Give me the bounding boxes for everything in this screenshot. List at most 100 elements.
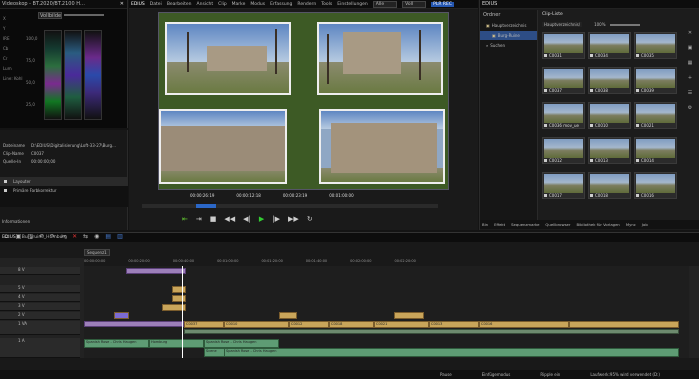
track-header[interactable]: 3 V	[0, 303, 80, 311]
loop-icon[interactable]: ↻	[307, 215, 313, 223]
timeline-clip[interactable]	[84, 321, 184, 327]
fast-forward-icon[interactable]: ▶▶	[288, 215, 299, 223]
audio-clip[interactable]: Spanish Rose - Chris Haugen	[224, 348, 679, 357]
cut-icon[interactable]: ✂	[61, 233, 66, 240]
timeline-clip[interactable]	[172, 295, 186, 302]
grid-icon[interactable]: ▦	[688, 60, 693, 66]
clip-thumb[interactable]: C0021	[634, 102, 677, 129]
gear-icon[interactable]: ⚙	[688, 105, 692, 111]
zoom-slider[interactable]	[609, 23, 640, 26]
stop-icon[interactable]: ■	[210, 215, 217, 223]
playhead[interactable]	[182, 266, 183, 358]
clip-thumb[interactable]: C0013	[588, 137, 631, 164]
clip-thumb[interactable]: C0012	[542, 137, 585, 164]
out-point-icon[interactable]: ⇥	[196, 215, 202, 223]
audio-clip[interactable]: Spanish Rose - Chris Haugen	[204, 339, 279, 348]
clip-thumb[interactable]: C0018	[588, 172, 631, 199]
sequence-tab[interactable]: Sequenz1	[84, 249, 110, 256]
timeline-clip[interactable]	[279, 312, 297, 319]
tab-sequence-marker[interactable]: Sequenzmarke	[511, 222, 539, 227]
clip-thumb[interactable]: C0035	[634, 32, 677, 59]
clip-thumb[interactable]: C0038	[588, 67, 631, 94]
close-icon[interactable]: ✕	[688, 30, 692, 36]
timeline-clip[interactable]	[114, 312, 129, 319]
timeline-scrollbar[interactable]	[689, 266, 699, 358]
timeline-clip[interactable]: C0037	[184, 321, 224, 328]
track-header[interactable]: 5 V	[0, 285, 80, 293]
menu-item[interactable]: Ansicht	[197, 2, 214, 7]
mode-select[interactable]: Alle	[372, 0, 398, 8]
save-icon[interactable]: ◫	[27, 233, 33, 240]
clip-thumb[interactable]: C0036 mov_ue	[542, 102, 585, 129]
clip-thumb[interactable]: C0039	[634, 67, 677, 94]
bin-path[interactable]: Hauptverzeichnis/	[542, 22, 583, 27]
folder-icon[interactable]: ▣	[688, 45, 693, 51]
fit-select[interactable]: Voll	[402, 0, 427, 8]
plr-rec-badge[interactable]: PLR REC	[431, 1, 455, 7]
tab-template-library[interactable]: Bibliothek für Vorlagen	[576, 222, 619, 227]
step-back-icon[interactable]: ◀|	[243, 215, 251, 223]
tab-source-browser[interactable]: Quellbrowser	[545, 222, 570, 227]
track-header[interactable]: 4 V	[0, 294, 80, 302]
snap-icon[interactable]: ▥	[117, 233, 123, 240]
timeline-clip[interactable]	[172, 286, 186, 293]
timeline-ruler[interactable]: 00:00:00:00 00:00:20:00 00:00:40:00 00:0…	[84, 259, 699, 263]
info-tab[interactable]: Informationen	[2, 219, 30, 224]
marker-icon[interactable]: ▤	[105, 233, 111, 240]
clip-thumb[interactable]: C0034	[588, 32, 631, 59]
folder-root[interactable]: ▣ Hauptverzeichnis	[480, 20, 537, 31]
clip-thumb[interactable]: C0010	[588, 102, 631, 129]
timeline-clip[interactable]: C0012	[289, 321, 329, 328]
tab-effect[interactable]: Effekt	[494, 222, 505, 227]
timeline-clip[interactable]	[394, 312, 424, 319]
menu-item[interactable]: Modus	[250, 2, 265, 7]
in-point-icon[interactable]: ⇤	[182, 215, 188, 223]
menu-item[interactable]: Bearbeiten	[167, 2, 192, 7]
clip-thumb[interactable]: C0037	[542, 67, 585, 94]
track-header[interactable]: 2 V	[0, 312, 80, 320]
clip-thumb[interactable]: C0014	[634, 137, 677, 164]
scope-slider[interactable]	[64, 14, 104, 16]
add-icon[interactable]: +	[688, 75, 692, 81]
list-icon[interactable]: ☰	[688, 90, 692, 96]
clip-thumb[interactable]: C0016	[634, 172, 677, 199]
audio-clip[interactable]: Homburg	[149, 339, 204, 348]
folder-burg[interactable]: ▣ Burg-Ruine	[480, 31, 537, 40]
folder-search[interactable]: ⌕ Suchen	[480, 40, 537, 51]
step-forward-icon[interactable]: |▶	[272, 215, 280, 223]
clip-thumb[interactable]: C0031	[542, 32, 585, 59]
clip-thumb[interactable]: C0017	[542, 172, 585, 199]
tab-bin[interactable]: Bin	[482, 222, 488, 227]
open-icon[interactable]: ▣	[16, 233, 22, 240]
track-header[interactable]: 1 VA	[0, 321, 80, 335]
audio-clip[interactable]: Spanish Rose - Chris Haugen	[84, 339, 149, 348]
menu-item[interactable]: Datei	[150, 2, 162, 7]
tab-mync[interactable]: Mync	[626, 222, 636, 227]
undo-icon[interactable]: ↶	[39, 233, 44, 240]
tab-job[interactable]: Job	[642, 222, 648, 227]
scope-mode-select[interactable]: Vollbilde	[38, 12, 62, 19]
delete-icon[interactable]: ✕	[72, 233, 77, 240]
zoom-select[interactable]: 100%	[594, 22, 605, 27]
track-area[interactable]: C0037 C0010 C0012 C0018 C0021 C0013 C001…	[84, 266, 689, 358]
track-header[interactable]: 8 V	[0, 267, 80, 275]
menu-item[interactable]: Marke	[232, 2, 246, 7]
timeline-clip[interactable]: C0018	[329, 321, 374, 328]
menu-item[interactable]: Tools	[321, 2, 332, 7]
playback-scrubber[interactable]	[142, 204, 438, 208]
timeline-clip[interactable]: C0013	[429, 321, 479, 328]
ripple-icon[interactable]: ⇆	[83, 233, 88, 240]
new-sequence-icon[interactable]: ▭	[4, 233, 10, 240]
checkbox-icon[interactable]	[4, 180, 7, 183]
timeline-clip[interactable]: C0021	[374, 321, 429, 328]
layer-item[interactable]: Primäre Farbkorrektur	[0, 186, 128, 195]
timeline-clip[interactable]: C0010	[224, 321, 289, 328]
checkbox-icon[interactable]	[4, 189, 7, 192]
layer-item[interactable]: Layouter	[0, 177, 128, 186]
menu-item[interactable]: Einstellungen	[337, 2, 368, 7]
play-icon[interactable]: ▶	[259, 215, 264, 223]
render-icon[interactable]: ◉	[94, 233, 99, 240]
menu-item[interactable]: Rendern	[297, 2, 316, 7]
timeline-clip[interactable]	[569, 321, 679, 328]
scrubber-range[interactable]	[196, 204, 216, 208]
